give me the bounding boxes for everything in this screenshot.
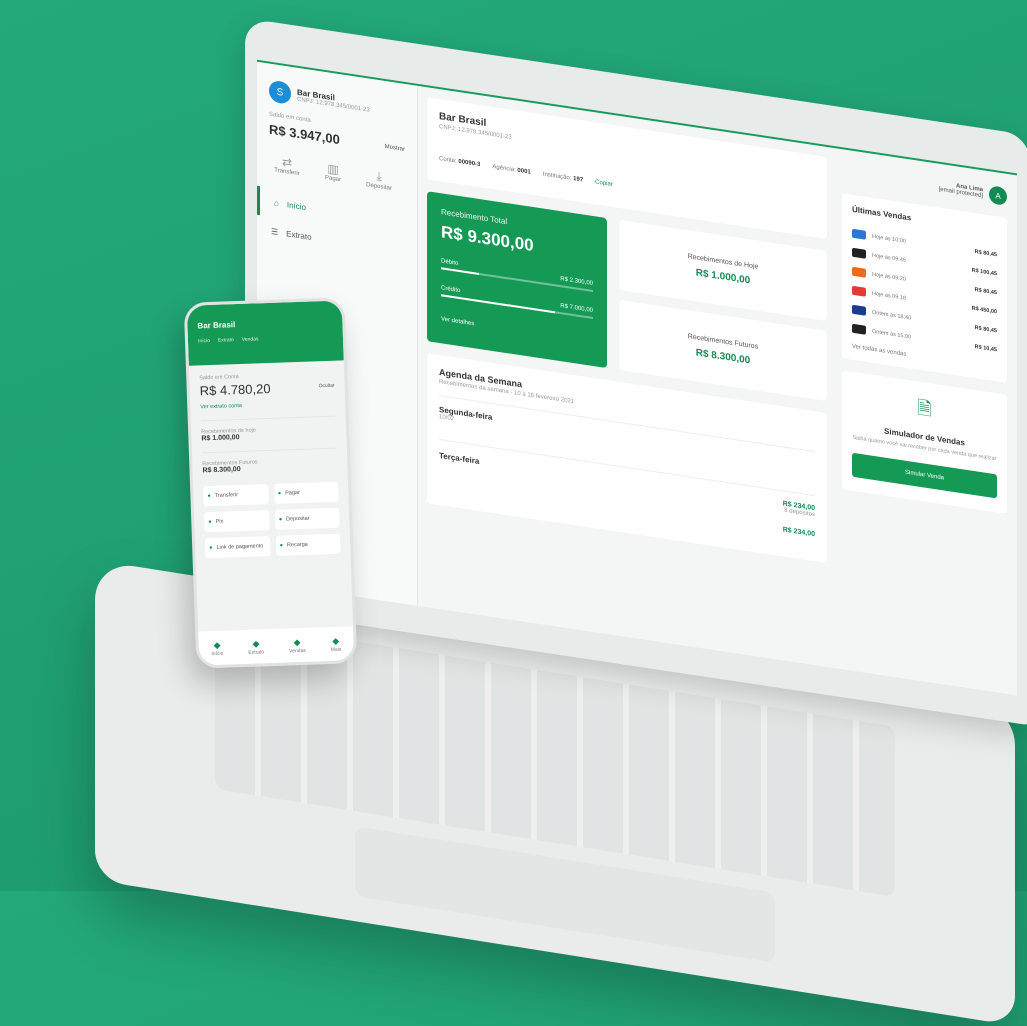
phone-action-button[interactable]: ●Depositar [274, 508, 339, 530]
sale-desc: Hoje às 09:20 [872, 271, 906, 282]
action-label: Transferir [215, 492, 239, 499]
phone-nav-item[interactable]: ◆Vendas [289, 636, 306, 654]
right-column: Ana Lima[email protected] A Últimas Vend… [842, 159, 1007, 514]
phone-action-button[interactable]: ●Link de pagamento [205, 536, 270, 558]
nav-label: Início [211, 650, 223, 656]
sale-amount: R$ 10,45 [975, 344, 997, 353]
action-label: Link de pagamento [216, 543, 263, 551]
phone-bottom-nav: ◆Início◆Extrato◆Vendas◆Mais [198, 626, 354, 665]
sale-desc: Hoje às 09:45 [872, 252, 906, 263]
nav-icon: ◆ [248, 638, 264, 650]
elo-icon [852, 324, 866, 335]
show-balance-toggle[interactable]: Mostrar [385, 143, 405, 152]
sale-amount: R$ 80,45 [975, 325, 997, 334]
store-cnpj: CNPJ: 12.978.345/0001-23 [439, 124, 815, 186]
nav-icon: ◆ [330, 635, 341, 646]
action-label: Depositar [286, 516, 310, 523]
phone-statement-link[interactable]: Ver extrato conta [200, 400, 335, 411]
nav-label: Extrato [248, 649, 264, 656]
home-icon: ⌂ [274, 198, 279, 208]
total-receipts-card: Recebimento Total R$ 9.300,00 DébitoR$ 2… [427, 191, 607, 368]
phone-action-button[interactable]: ●Recarga [275, 534, 340, 556]
action-icon: ● [208, 519, 212, 525]
see-details-link[interactable]: Ver detalhes [441, 316, 593, 345]
elo-icon [852, 248, 866, 259]
transfer-button[interactable]: ⇄Transferir [269, 153, 305, 179]
phone-tab[interactable]: Vendas [242, 336, 259, 343]
recent-sales-card: Últimas Vendas Hoje às 10:00R$ 80,45Hoje… [842, 193, 1007, 383]
sale-desc: Ontem às 18:40 [872, 309, 911, 321]
sale-amount: R$ 450,00 [972, 305, 997, 315]
sale-amount: R$ 80,45 [975, 249, 997, 258]
phone-nav-item[interactable]: ◆Extrato [248, 638, 264, 656]
deposit-button[interactable]: ⤓Depositar [361, 166, 397, 192]
laptop-screen: stone S Bar Brasil CNPJ: 12.978.345/0001… [245, 18, 1027, 725]
phone-balance: R$ 4.780,20 [199, 381, 270, 398]
sale-desc: Ontem às 15:00 [872, 328, 911, 340]
action-icon: ● [279, 517, 283, 523]
nav-icon: ◆ [289, 636, 306, 648]
sale-desc: Hoje às 09:18 [872, 290, 906, 301]
simulator-card: 🗎 Simulador de Vendas Saiba quanto você … [842, 370, 1007, 514]
action-icon: ● [209, 545, 213, 551]
amex-icon [852, 229, 866, 240]
action-icon: ● [280, 543, 284, 549]
phone-action-button[interactable]: ●Pagar [274, 482, 339, 504]
mastercard-icon [852, 286, 866, 297]
list-icon: ☰ [271, 227, 278, 237]
sale-amount: R$ 80,45 [975, 287, 997, 296]
action-label: Pix [216, 519, 224, 525]
dashboard: stone S Bar Brasil CNPJ: 12.978.345/0001… [257, 60, 1017, 696]
avatar: S [269, 80, 291, 105]
phone-header: Bar Brasil Início Extrato Vendas [187, 300, 344, 365]
main-content: Bar Brasil CNPJ: 12.978.345/0001-23 Cont… [427, 97, 827, 563]
sale-amount: R$ 100,45 [972, 267, 997, 277]
nav-label: Vendas [289, 647, 306, 654]
copy-button[interactable]: Copiar [595, 179, 613, 188]
visa-icon [852, 305, 866, 316]
phone-mockup: Bar Brasil Início Extrato Vendas Saldo e… [184, 297, 358, 668]
phone-action-button[interactable]: ● Pix [204, 510, 269, 532]
mastercard-icon [852, 267, 866, 278]
action-label: Recarga [287, 542, 308, 549]
phone-action-button[interactable]: ● Transferir [203, 484, 268, 506]
phone-tab[interactable]: Início [198, 338, 210, 344]
action-icon: ● [278, 491, 282, 497]
pay-button[interactable]: ▥Pagar [315, 159, 351, 185]
simulate-sale-button[interactable]: Simular Venda [852, 453, 997, 499]
nav-icon: ◆ [211, 639, 223, 650]
user-avatar: A [989, 185, 1007, 206]
sale-desc: Hoje às 10:00 [872, 233, 906, 244]
phone-hide-toggle[interactable]: Ocultar [318, 382, 334, 389]
phone-nav-item[interactable]: ◆Mais [330, 635, 341, 652]
phone-nav-item[interactable]: ◆Início [211, 639, 224, 656]
action-label: Pagar [285, 490, 300, 497]
nav-label: Mais [331, 646, 342, 652]
phone-tab[interactable]: Extrato [218, 337, 234, 344]
action-icon: ● [207, 493, 211, 499]
